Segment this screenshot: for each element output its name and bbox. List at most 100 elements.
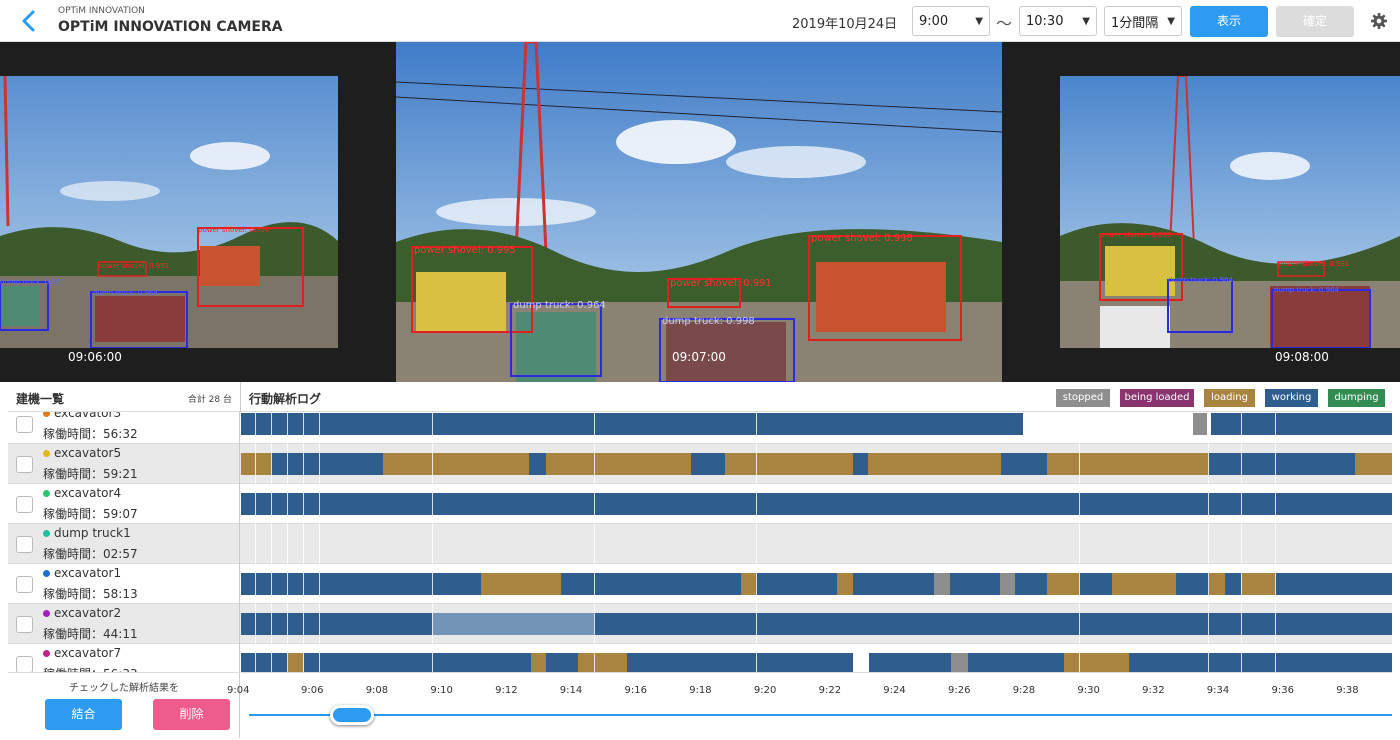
activity-segment — [1079, 573, 1096, 595]
detection-label: power shovel: 0.995 — [1100, 231, 1172, 239]
axis-tick-label: 9:24 — [883, 685, 906, 696]
start-time-select[interactable]: 9:00 ▼ — [912, 6, 990, 36]
timeline-divider — [287, 644, 288, 672]
activity-segment — [853, 453, 868, 475]
video-carousel[interactable]: power shovel: 0.998 power shovel: 0.991 … — [0, 42, 1400, 382]
machine-row: excavator5 稼働時間：59:21 — [8, 444, 1392, 484]
timeline-divider — [1275, 524, 1276, 564]
machine-checkbox[interactable] — [16, 616, 33, 633]
activity-segment — [1015, 573, 1047, 595]
detection-label: power shovel: 0.991 — [670, 278, 772, 289]
activity-track[interactable] — [241, 564, 1392, 604]
timeline-divider — [303, 444, 304, 484]
machine-count: 合計 28 台 — [187, 395, 232, 405]
log-header: 行動解析ログ stopped being loaded loading work… — [240, 382, 1392, 412]
activity-segment — [1112, 573, 1176, 595]
activity-segment — [1275, 573, 1392, 595]
confirm-button[interactable]: 確定 — [1276, 6, 1354, 37]
activity-track[interactable] — [241, 644, 1392, 672]
chevron-down-icon: ▼ — [1082, 15, 1090, 27]
timeline-divider — [1079, 412, 1080, 444]
video-frame-left[interactable]: power shovel: 0.998 power shovel: 0.991 … — [0, 76, 338, 348]
activity-track[interactable] — [241, 484, 1392, 524]
machine-color-dot — [43, 450, 50, 457]
camera-frame-image — [0, 76, 338, 348]
activity-segment — [546, 453, 691, 475]
timeline-divider — [319, 444, 320, 484]
activity-segment — [1241, 573, 1275, 595]
timeline-divider — [319, 644, 320, 672]
timeline-divider — [287, 604, 288, 644]
axis-tick-label: 9:26 — [948, 685, 971, 696]
timeline-divider — [1241, 604, 1242, 644]
timeline-divider — [1241, 444, 1242, 484]
log-title: 行動解析ログ — [249, 392, 322, 406]
video-frame-right[interactable]: power shovel: 0.995 power shovel: 0.991 … — [1060, 76, 1400, 348]
axis-tick-label: 9:34 — [1206, 685, 1230, 696]
timeline-divider — [319, 484, 320, 524]
timeline-slider-track[interactable] — [249, 714, 1392, 716]
timeline-divider — [255, 412, 256, 444]
timeline-divider — [1208, 412, 1209, 444]
machine-checkbox[interactable] — [16, 536, 33, 553]
machine-row: dump truck1 稼働時間：02:57 — [8, 524, 1392, 564]
detection-label: dump truck: 0.998 — [662, 316, 755, 327]
axis-tick-label: 9:30 — [1077, 685, 1100, 696]
timeline-divider — [1275, 444, 1276, 484]
machine-checkbox[interactable] — [16, 496, 33, 513]
activity-segment — [1000, 573, 1015, 595]
detection-label: dump truck: 0.964 — [0, 278, 65, 286]
timeline-divider — [287, 564, 288, 604]
timeline-divider — [1275, 604, 1276, 644]
activity-segment — [1047, 573, 1079, 595]
activity-segment — [1079, 653, 1129, 672]
timeline-divider — [319, 604, 320, 644]
timeline-divider — [255, 484, 256, 524]
legend-being-loaded: being loaded — [1120, 389, 1194, 407]
gear-icon[interactable] — [1370, 12, 1388, 30]
timeline-divider — [271, 644, 272, 672]
timeline-divider — [432, 524, 433, 564]
activity-segment — [241, 493, 1392, 515]
legend-stopped: stopped — [1056, 389, 1110, 407]
activity-segment — [1096, 573, 1112, 595]
frame-timestamp: 09:06:00 — [68, 350, 122, 364]
timeline-divider — [255, 524, 256, 564]
activity-track[interactable] — [241, 444, 1392, 484]
machine-checkbox[interactable] — [16, 456, 33, 473]
app-title: OPTiM INNOVATION CAMERA — [58, 19, 283, 35]
legend-working: working — [1265, 389, 1318, 407]
activity-segment — [481, 573, 561, 595]
machine-row: excavator7 稼働時間：56:33 — [8, 644, 1392, 672]
interval-select[interactable]: 1分間隔 ▼ — [1104, 6, 1182, 36]
activity-segment — [546, 653, 578, 672]
machine-checkbox[interactable] — [16, 576, 33, 593]
back-arrow-icon[interactable] — [18, 8, 42, 34]
activity-track[interactable] — [241, 604, 1392, 644]
show-button[interactable]: 表示 — [1190, 6, 1268, 37]
merge-button[interactable]: 結合 — [45, 699, 122, 730]
video-frame-center[interactable]: power shovel: 0.995 power shovel: 0.998 … — [396, 42, 1002, 382]
delete-button[interactable]: 削除 — [153, 699, 230, 730]
machine-checkbox[interactable] — [16, 656, 33, 672]
timeline-divider — [1275, 564, 1276, 604]
detection-label: dump truck: 0.964 — [93, 289, 158, 297]
machine-checkbox[interactable] — [16, 416, 33, 433]
timeline-divider — [756, 412, 757, 444]
axis-tick-label: 9:36 — [1271, 685, 1294, 696]
interval-value: 1分間隔 — [1111, 15, 1159, 31]
timeline-divider — [303, 644, 304, 672]
activity-segment — [1209, 573, 1225, 595]
timeline-divider — [255, 564, 256, 604]
end-time-select[interactable]: 10:30 ▼ — [1019, 6, 1097, 36]
frame-timestamp: 09:07:00 — [672, 350, 726, 364]
detection-label: power shovel: 0.998 — [811, 233, 913, 244]
activity-track[interactable] — [241, 412, 1392, 444]
axis-tick-label: 9:12 — [495, 685, 518, 696]
activity-track[interactable] — [241, 524, 1392, 564]
timeline-divider — [1079, 604, 1080, 644]
camera-frame-image — [396, 42, 1002, 382]
timeline-divider — [594, 412, 595, 444]
timeline-slider-handle[interactable] — [329, 705, 374, 725]
machine-row: excavator2 稼働時間：44:11 — [8, 604, 1392, 644]
